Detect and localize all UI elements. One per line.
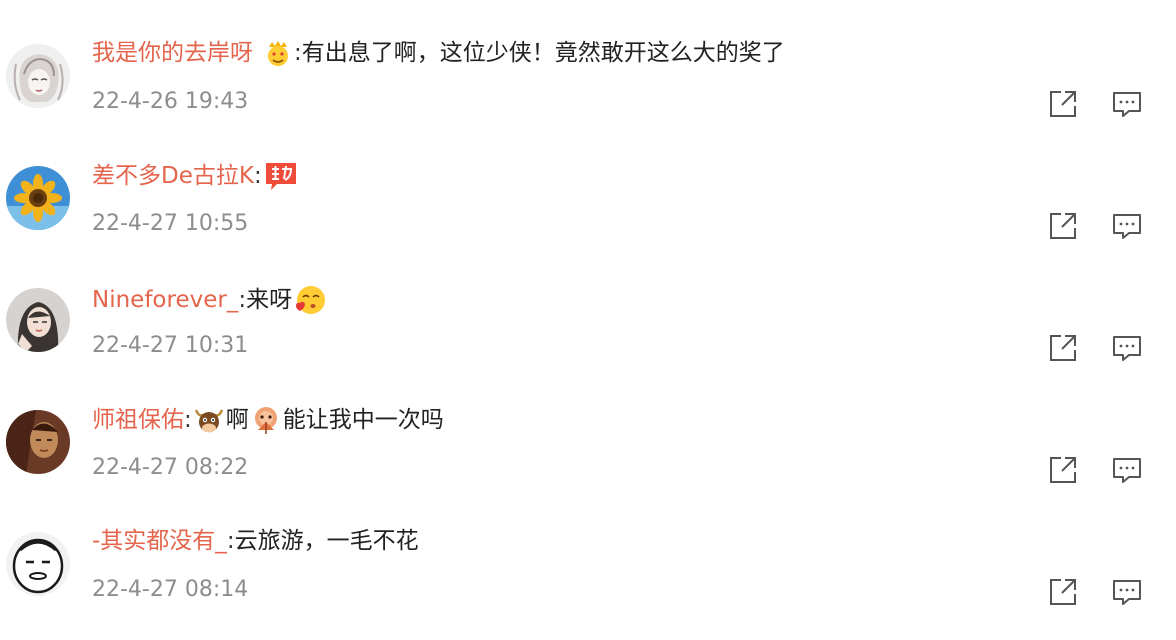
share-icon (1050, 335, 1076, 361)
reply-button[interactable] (1111, 454, 1143, 486)
username[interactable]: 差不多De古拉K (92, 161, 254, 191)
comment-line: 差不多De古拉K : (92, 160, 300, 192)
comment-icon (1113, 458, 1141, 483)
comment-text: 云旅游，一毛不花 (234, 528, 419, 554)
blow-kiss-emoji (293, 282, 329, 318)
share-icon (1050, 457, 1076, 483)
share-icon (1050, 213, 1076, 239)
share-icon (1050, 91, 1076, 117)
share-button[interactable] (1047, 210, 1079, 242)
reply-button[interactable] (1111, 88, 1143, 120)
timestamp: 22-4-26 19:43 (92, 89, 249, 114)
comment-item: 师祖保佑 : 啊 能让我中一次吗 22-4-27 08:22 (0, 366, 1176, 488)
share-icon (1050, 579, 1076, 605)
share-button[interactable] (1047, 576, 1079, 608)
comment-text: 有出息了啊，这位少侠！竟然敢开这么大的奖了 (301, 40, 785, 66)
pray-emoji (250, 404, 282, 436)
colon: : (294, 40, 302, 66)
share-button[interactable] (1047, 454, 1079, 486)
colon: : (226, 528, 235, 554)
username[interactable]: -其实都没有_ (92, 526, 227, 556)
encourage-badge-emoji (263, 160, 299, 192)
crown-heart-eyes-emoji (263, 38, 293, 68)
avatar[interactable] (6, 166, 70, 230)
timestamp: 22-4-27 10:55 (92, 211, 249, 236)
comment-item: -其实都没有_ : 云旅游，一毛不花 22-4-27 08:14 (0, 488, 1176, 610)
colon: : (253, 163, 262, 189)
comment-line: 师祖保佑 : 啊 能让我中一次吗 (92, 404, 444, 436)
username[interactable]: 师祖保佑 (92, 405, 184, 435)
comment-line: -其实都没有_ : 云旅游，一毛不花 (92, 526, 419, 556)
timestamp: 22-4-27 10:31 (92, 333, 249, 358)
avatar[interactable] (6, 288, 70, 352)
reply-button[interactable] (1111, 332, 1143, 364)
colon: : (184, 407, 192, 433)
username[interactable]: Nineforever_ (92, 285, 238, 315)
comment-item: 我是你的去岸呀 : 有出息了啊，这位少侠！竟然敢开这么大的奖了 22-4-26 … (0, 0, 1176, 122)
avatar[interactable] (6, 44, 70, 108)
comment-icon (1113, 580, 1141, 605)
comment-item: 差不多De古拉K : 22-4-27 10:55 (0, 122, 1176, 244)
comment-text-before: 啊 (225, 407, 249, 433)
comment-text: 来呀 (246, 287, 293, 313)
comment-item: Nineforever_ : 来呀 22-4-27 10:31 (0, 244, 1176, 366)
comment-line: 我是你的去岸呀 : 有出息了啊，这位少侠！竟然敢开这么大的奖了 (92, 38, 785, 68)
avatar[interactable] (6, 532, 70, 596)
username[interactable]: 我是你的去岸呀 (92, 38, 253, 68)
comment-text: 能让我中一次吗 (282, 407, 444, 433)
timestamp: 22-4-27 08:22 (92, 455, 249, 480)
bull-emoji (193, 405, 225, 435)
comment-icon (1113, 92, 1141, 117)
avatar[interactable] (6, 410, 70, 474)
timestamp: 22-4-27 08:14 (92, 577, 249, 602)
share-button[interactable] (1047, 88, 1079, 120)
comment-line: Nineforever_ : 来呀 (92, 282, 330, 318)
colon: : (238, 287, 247, 313)
reply-button[interactable] (1111, 210, 1143, 242)
comment-icon (1113, 214, 1141, 239)
reply-button[interactable] (1111, 576, 1143, 608)
comment-icon (1113, 336, 1141, 361)
share-button[interactable] (1047, 332, 1079, 364)
